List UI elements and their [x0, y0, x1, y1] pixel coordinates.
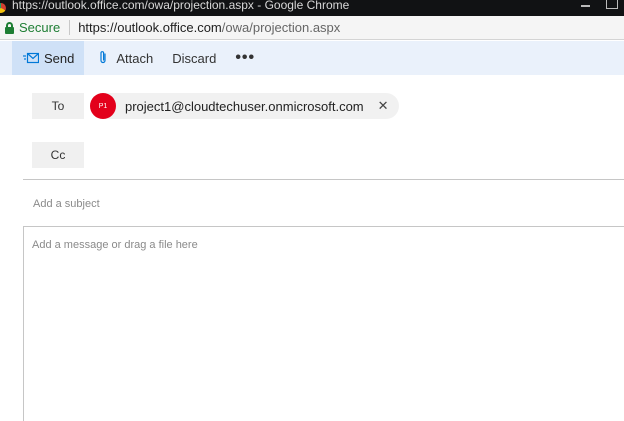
url-host: https://outlook.office.com — [78, 20, 222, 35]
secure-label[interactable]: Secure — [19, 20, 60, 35]
window-title: https://outlook.office.com/owa/projectio… — [12, 0, 350, 12]
more-options-button[interactable]: ••• — [235, 41, 255, 75]
to-button[interactable]: To — [32, 93, 84, 119]
to-row: To P1 project1@cloudtechuser.onmicrosoft… — [32, 93, 399, 119]
compose-toolbar: Send Attach Discard ••• — [0, 41, 624, 75]
attach-label: Attach — [116, 50, 154, 66]
cc-button[interactable]: Cc — [32, 142, 84, 168]
maximize-icon[interactable] — [598, 0, 624, 16]
window-controls — [572, 0, 624, 16]
url-text[interactable]: https://outlook.office.com/owa/projectio… — [78, 20, 340, 35]
avatar: P1 — [90, 93, 116, 119]
lock-icon — [5, 21, 14, 34]
message-body-input[interactable] — [32, 239, 612, 409]
chrome-icon — [0, 3, 6, 13]
send-label: Send — [44, 50, 75, 66]
close-icon[interactable]: ✕ — [378, 98, 389, 114]
window-title-bar: https://outlook.office.com/owa/projectio… — [0, 0, 624, 16]
send-icon — [23, 52, 39, 64]
paperclip-icon — [99, 50, 107, 67]
url-path: /owa/projection.aspx — [221, 20, 341, 35]
subject-input[interactable] — [33, 193, 613, 215]
recipient-email: project1@cloudtechuser.onmicrosoft.com — [125, 98, 364, 114]
discard-button[interactable]: Discard — [172, 41, 216, 75]
address-bar[interactable]: Secure https://outlook.office.com/owa/pr… — [0, 16, 624, 40]
send-button[interactable]: Send — [12, 41, 85, 75]
attach-button[interactable]: Attach — [99, 41, 153, 75]
address-divider — [69, 20, 71, 35]
recipient-chip[interactable]: P1 project1@cloudtechuser.onmicrosoft.co… — [90, 93, 399, 119]
divider — [23, 179, 624, 180]
message-body-area[interactable] — [23, 226, 624, 421]
cc-row: Cc — [32, 142, 84, 168]
minimize-icon[interactable] — [572, 0, 598, 16]
